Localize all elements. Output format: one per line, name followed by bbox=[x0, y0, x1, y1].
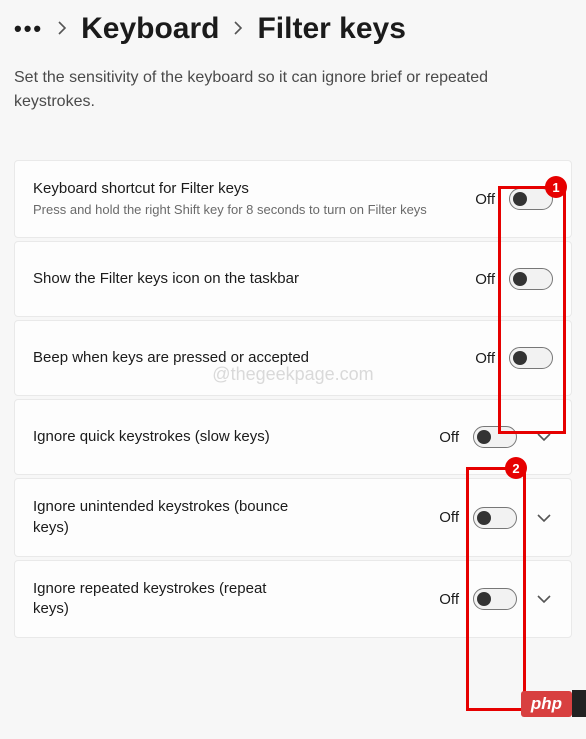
setting-repeat-keys[interactable]: Ignore repeated keystrokes (repeat keys)… bbox=[14, 560, 572, 639]
toggle-switch[interactable] bbox=[473, 426, 517, 448]
chevron-down-icon bbox=[537, 432, 551, 442]
toggle-state-label: Off bbox=[475, 271, 495, 288]
setting-text: Keyboard shortcut for Filter keys Press … bbox=[33, 179, 463, 219]
toggle-state-label: Off bbox=[475, 191, 495, 208]
toggle-switch[interactable] bbox=[509, 188, 553, 210]
setting-title: Ignore repeated keystrokes (repeat keys) bbox=[33, 579, 293, 620]
toggle-switch[interactable] bbox=[473, 507, 517, 529]
breadcrumb-parent[interactable]: Keyboard bbox=[81, 12, 219, 46]
setting-text: Ignore repeated keystrokes (repeat keys) bbox=[33, 579, 427, 620]
setting-beep[interactable]: Beep when keys are pressed or accepted O… bbox=[14, 320, 572, 396]
breadcrumb: ••• Keyboard Filter keys bbox=[14, 12, 572, 46]
expand-button[interactable] bbox=[535, 432, 553, 442]
toggle-state-label: Off bbox=[475, 350, 495, 367]
toggle-state-label: Off bbox=[439, 429, 459, 446]
setting-text: Ignore unintended keystrokes (bounce key… bbox=[33, 497, 427, 538]
setting-title: Show the Filter keys icon on the taskbar bbox=[33, 269, 313, 289]
setting-title: Ignore quick keystrokes (slow keys) bbox=[33, 427, 293, 447]
setting-title: Beep when keys are pressed or accepted bbox=[33, 348, 313, 368]
chevron-down-icon bbox=[537, 594, 551, 604]
setting-text: Beep when keys are pressed or accepted bbox=[33, 348, 463, 368]
setting-text: Show the Filter keys icon on the taskbar bbox=[33, 269, 463, 289]
setting-taskbar-icon[interactable]: Show the Filter keys icon on the taskbar… bbox=[14, 241, 572, 317]
setting-title: Ignore unintended keystrokes (bounce key… bbox=[33, 497, 293, 538]
chevron-down-icon bbox=[537, 513, 551, 523]
toggle-switch[interactable] bbox=[509, 268, 553, 290]
setting-bounce-keys[interactable]: Ignore unintended keystrokes (bounce key… bbox=[14, 478, 572, 557]
page-description: Set the sensitivity of the keyboard so i… bbox=[14, 66, 572, 114]
expand-button[interactable] bbox=[535, 513, 553, 523]
breadcrumb-more[interactable]: ••• bbox=[14, 16, 43, 42]
setting-title: Keyboard shortcut for Filter keys bbox=[33, 179, 463, 199]
setting-keyboard-shortcut[interactable]: Keyboard shortcut for Filter keys Press … bbox=[14, 160, 572, 238]
toggle-state-label: Off bbox=[439, 509, 459, 526]
setting-subtitle: Press and hold the right Shift key for 8… bbox=[33, 201, 463, 219]
chevron-right-icon bbox=[233, 19, 243, 40]
toggle-state-label: Off bbox=[439, 591, 459, 608]
settings-list: Keyboard shortcut for Filter keys Press … bbox=[14, 160, 572, 638]
breadcrumb-current: Filter keys bbox=[257, 12, 405, 46]
php-badge-side bbox=[572, 690, 586, 717]
setting-text: Ignore quick keystrokes (slow keys) bbox=[33, 427, 427, 447]
expand-button[interactable] bbox=[535, 594, 553, 604]
toggle-switch[interactable] bbox=[473, 588, 517, 610]
setting-slow-keys[interactable]: Ignore quick keystrokes (slow keys) Off bbox=[14, 399, 572, 475]
chevron-right-icon bbox=[57, 19, 67, 40]
toggle-switch[interactable] bbox=[509, 347, 553, 369]
php-badge: php bbox=[521, 691, 572, 717]
